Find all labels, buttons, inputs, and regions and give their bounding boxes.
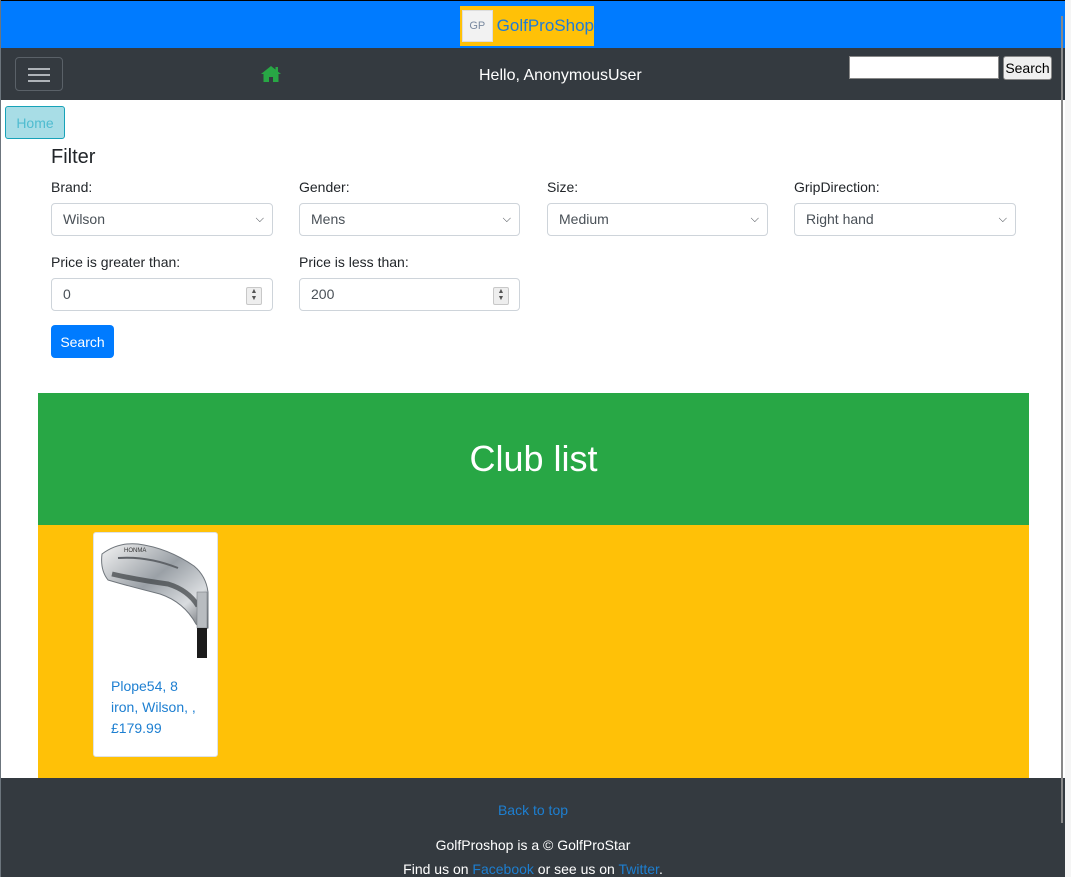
price-min-input[interactable]: 0 ▲ ▼ — [51, 278, 273, 311]
filter-title: Filter — [51, 146, 96, 168]
find-middle: or see us on — [533, 861, 619, 877]
price-max-value: 200 — [311, 286, 335, 302]
menu-toggle-button[interactable] — [15, 57, 63, 91]
grip-select-value: Right hand — [806, 211, 874, 227]
brand-label: Brand: — [51, 179, 93, 195]
footer: Back to top GolfProshop is a © GolfProSt… — [1, 778, 1065, 877]
back-to-top-link[interactable]: Back to top — [1, 802, 1065, 818]
club-list-banner: Club list — [38, 393, 1029, 525]
scrollbar-track[interactable] — [1065, 0, 1071, 877]
club-card-line: £179.99 — [111, 720, 162, 736]
club-list-title: Club list — [469, 438, 598, 479]
size-select[interactable]: Medium ⌵ — [547, 203, 768, 236]
hamburger-icon-line — [28, 80, 50, 82]
brand-bar: GP GolfProShop — [1, 1, 1065, 48]
size-label: Size: — [547, 179, 579, 195]
find-end: . — [658, 861, 663, 877]
logo-icon: GP — [462, 10, 493, 42]
gender-label: Gender: — [299, 179, 350, 195]
golf-iron-image[interactable]: HONMA — [98, 536, 214, 661]
hamburger-icon-line — [28, 74, 50, 76]
copyright-text: GolfProshop is a © GolfProStar — [435, 837, 631, 853]
club-card-line: iron, Wilson, , — [111, 699, 196, 715]
stepper-icon[interactable]: ▲ ▼ — [493, 287, 509, 305]
hamburger-icon-line — [28, 68, 50, 70]
nav-search-button[interactable]: Search — [1003, 56, 1052, 80]
price-max-input[interactable]: 200 ▲ ▼ — [299, 278, 520, 311]
chevron-down-icon: ⌵ — [750, 213, 759, 225]
gender-select[interactable]: Mens ⌵ — [299, 203, 520, 236]
price-max-label: Price is less than: — [299, 254, 409, 270]
home-icon[interactable] — [260, 65, 282, 83]
facebook-link[interactable]: Facebook — [472, 861, 533, 877]
gender-select-value: Mens — [311, 211, 346, 227]
greeting-text: Hello, AnonymousUser — [479, 67, 642, 84]
grip-label: GripDirection: — [794, 179, 880, 195]
navbar: Hello, AnonymousUser Search — [1, 48, 1065, 100]
chevron-down-icon: ⌵ — [502, 213, 511, 225]
price-min-value: 0 — [63, 286, 71, 302]
nav-search-input[interactable] — [849, 56, 999, 79]
brand-name: GolfProShop — [496, 16, 594, 35]
stepper-icon[interactable]: ▲ ▼ — [246, 287, 262, 305]
svg-text:HONMA: HONMA — [124, 548, 146, 554]
brand-link[interactable]: GP GolfProShop — [460, 6, 594, 46]
chevron-down-icon: ⌵ — [998, 213, 1007, 225]
breadcrumb-home-button[interactable]: Home — [5, 106, 65, 139]
grip-select[interactable]: Right hand ⌵ — [794, 203, 1016, 236]
brand-select[interactable]: Wilson ⌵ — [51, 203, 273, 236]
price-min-label: Price is greater than: — [51, 254, 181, 270]
filter-search-button[interactable]: Search — [51, 325, 114, 358]
club-card-link[interactable]: Plope54, 8 iron, Wilson, , £179.99 — [111, 676, 207, 739]
find-prefix: Find us on — [403, 861, 473, 877]
find-us-text: Find us on Facebook or see us on Twitter… — [1, 861, 1065, 877]
scrollbar-thumb[interactable] — [1061, 16, 1063, 823]
club-card-line: Plope54, 8 — [111, 678, 178, 694]
size-select-value: Medium — [559, 211, 609, 227]
club-card[interactable]: HONMA Plope54, 8 iron, Wilson, , £179.99 — [93, 532, 218, 757]
twitter-link[interactable]: Twitter — [618, 861, 658, 877]
chevron-down-icon: ⌵ — [255, 213, 264, 225]
brand-select-value: Wilson — [63, 211, 106, 227]
